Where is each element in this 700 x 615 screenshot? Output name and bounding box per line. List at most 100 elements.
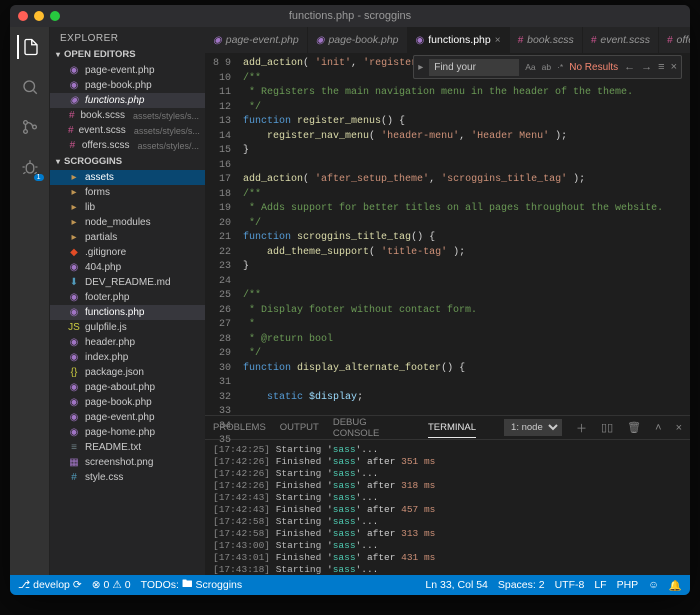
open-editor-item[interactable]: #book.scssassets/styles/s...	[50, 108, 205, 123]
scss-file-icon: #	[68, 125, 74, 137]
panel-tabs: PROBLEMSOUTPUTDEBUG CONSOLETERMINAL1: no…	[205, 416, 690, 440]
explorer-icon[interactable]	[17, 35, 41, 59]
whole-word-icon[interactable]: ab	[542, 62, 551, 72]
indentation-status[interactable]: Spaces: 2	[498, 579, 545, 591]
close-panel-icon[interactable]: ×	[676, 422, 682, 434]
terminal-selector[interactable]: 1: node	[504, 419, 562, 436]
tree-folder[interactable]: ▸assets	[50, 170, 205, 185]
open-editor-item[interactable]: ◉page-event.php	[50, 63, 205, 78]
tree-file[interactable]: ◉page-book.php	[50, 395, 205, 410]
minimize-window-icon[interactable]	[34, 11, 44, 21]
plus-icon[interactable]: ＋	[576, 420, 587, 436]
error-count: 0	[104, 579, 110, 591]
editor-tab[interactable]: #event.scss	[583, 27, 659, 53]
match-case-icon[interactable]: Aa	[525, 62, 535, 72]
tree-file[interactable]: ⬇DEV_README.md	[50, 275, 205, 290]
editor-tabs: ◉page-event.php◉page-book.php◉functions.…	[205, 27, 690, 53]
editor-tab[interactable]: ◉functions.php×	[408, 27, 510, 53]
tree-file[interactable]: ◆ .gitignore	[50, 245, 205, 260]
close-window-icon[interactable]	[18, 11, 28, 21]
minimap[interactable]	[686, 53, 690, 415]
editor-tab[interactable]: ◉page-book.php	[308, 27, 408, 53]
tree-file[interactable]: ≡README.txt	[50, 440, 205, 455]
panel-tab-debug-console[interactable]: DEBUG CONSOLE	[333, 413, 414, 443]
regex-icon[interactable]: ·*	[557, 62, 563, 72]
find-prev-icon[interactable]: ←	[624, 61, 635, 73]
tree-file[interactable]: ◉index.php	[50, 350, 205, 365]
php-file-icon: ◉	[68, 80, 80, 92]
tree-file[interactable]: ◉page-event.php	[50, 410, 205, 425]
tree-item-label: forms	[85, 187, 110, 198]
open-editor-item[interactable]: ◉functions.php	[50, 93, 205, 108]
tree-file[interactable]: #style.css	[50, 470, 205, 485]
tree-file[interactable]: ◉page-about.php	[50, 380, 205, 395]
warning-count: 0	[125, 579, 131, 591]
tree-folder[interactable]: ▸partials	[50, 230, 205, 245]
tree-file[interactable]: {}package.json	[50, 365, 205, 380]
debug-icon[interactable]: 1	[18, 155, 42, 179]
split-terminal-icon[interactable]: ▯▯	[601, 421, 613, 434]
maximize-panel-icon[interactable]: ˄	[655, 422, 661, 434]
tree-item-label: style.css	[85, 472, 123, 483]
problems-status[interactable]: ⊗0 ⚠0	[92, 579, 131, 591]
find-close-icon[interactable]: ×	[671, 61, 677, 73]
tree-folder[interactable]: ▸node_modules	[50, 215, 205, 230]
editor-tab[interactable]: #book.scss	[510, 27, 583, 53]
feedback-icon[interactable]: ☺	[648, 579, 659, 591]
tree-file[interactable]: ◉functions.php	[50, 305, 205, 320]
tree-file[interactable]: ◉header.php	[50, 335, 205, 350]
terminal-output[interactable]: [17:42:25] Starting 'sass'... [17:42:26]…	[205, 440, 690, 575]
search-icon[interactable]	[18, 75, 42, 99]
chevron-right-icon[interactable]: ▸	[418, 62, 423, 73]
file-name-label: event.scss	[79, 125, 126, 136]
tree-folder[interactable]: ▸lib	[50, 200, 205, 215]
encoding-status[interactable]: UTF-8	[555, 579, 585, 591]
source-control-icon[interactable]	[18, 115, 42, 139]
tree-item-label: partials	[85, 232, 117, 243]
tree-folder[interactable]: ▸forms	[50, 185, 205, 200]
todos-status[interactable]: TODOs: 🖿 Scroggins	[141, 576, 243, 594]
tree-item-label: .gitignore	[85, 247, 126, 258]
php-file-icon: ◉	[68, 292, 80, 304]
open-editor-item[interactable]: #offers.scssassets/styles/...	[50, 138, 205, 153]
editor-tab[interactable]: ◉page-event.php	[205, 27, 308, 53]
panel-tab-terminal[interactable]: TERMINAL	[428, 418, 476, 438]
trash-icon[interactable]: 🗑	[627, 421, 641, 434]
open-editors-header[interactable]: OPEN EDITORS	[50, 46, 205, 63]
find-in-selection-icon[interactable]: ≡	[658, 61, 664, 73]
sidebar: EXPLORER OPEN EDITORS ◉page-event.php◉pa…	[50, 27, 205, 575]
git-file-icon: ◆	[68, 247, 80, 259]
titlebar[interactable]: functions.php - scroggins	[10, 5, 690, 27]
cursor-position-status[interactable]: Ln 33, Col 54	[425, 579, 487, 591]
line-numbers: 8 9 10 11 12 13 14 15 16 17 18 19 20 21 …	[205, 53, 237, 415]
tree-file[interactable]: ◉page-home.php	[50, 425, 205, 440]
eol-status[interactable]: LF	[594, 579, 606, 591]
code-editor[interactable]: add_action( 'init', 'register_menus' ); …	[237, 53, 686, 415]
editor-tab[interactable]: #offers.	[659, 27, 690, 53]
maximize-window-icon[interactable]	[50, 11, 60, 21]
tree-item-label: page-event.php	[85, 412, 155, 423]
tree-item-label: assets	[85, 172, 114, 183]
tree-file[interactable]: ◉footer.php	[50, 290, 205, 305]
tree-file[interactable]: ▦screenshot.png	[50, 455, 205, 470]
tree-item-label: page-home.php	[85, 427, 155, 438]
find-input[interactable]	[429, 59, 519, 76]
sync-icon[interactable]: ⟳	[73, 579, 82, 591]
tree-item-label: lib	[85, 202, 95, 213]
php-file-icon: ◉	[68, 352, 80, 364]
project-tree: ▸assets▸forms▸lib▸node_modules▸partials◆…	[50, 170, 205, 485]
tree-file[interactable]: JSgulpfile.js	[50, 320, 205, 335]
project-header[interactable]: SCROGGINS	[50, 153, 205, 170]
tree-item-label: README.txt	[85, 442, 141, 453]
git-branch-status[interactable]: ⎇ develop ⟳	[18, 579, 82, 591]
close-tab-icon[interactable]: ×	[495, 35, 501, 46]
open-editor-item[interactable]: ◉page-book.php	[50, 78, 205, 93]
open-editor-item[interactable]: #event.scssassets/styles/s...	[50, 123, 205, 138]
php-file-icon: ◉	[213, 35, 222, 46]
panel-tab-output[interactable]: OUTPUT	[280, 418, 319, 437]
language-status[interactable]: PHP	[617, 579, 639, 591]
notifications-icon[interactable]: 🔔	[669, 579, 682, 592]
find-next-icon[interactable]: →	[641, 61, 652, 73]
tree-item-label: functions.php	[85, 307, 145, 318]
tree-file[interactable]: ◉404.php	[50, 260, 205, 275]
